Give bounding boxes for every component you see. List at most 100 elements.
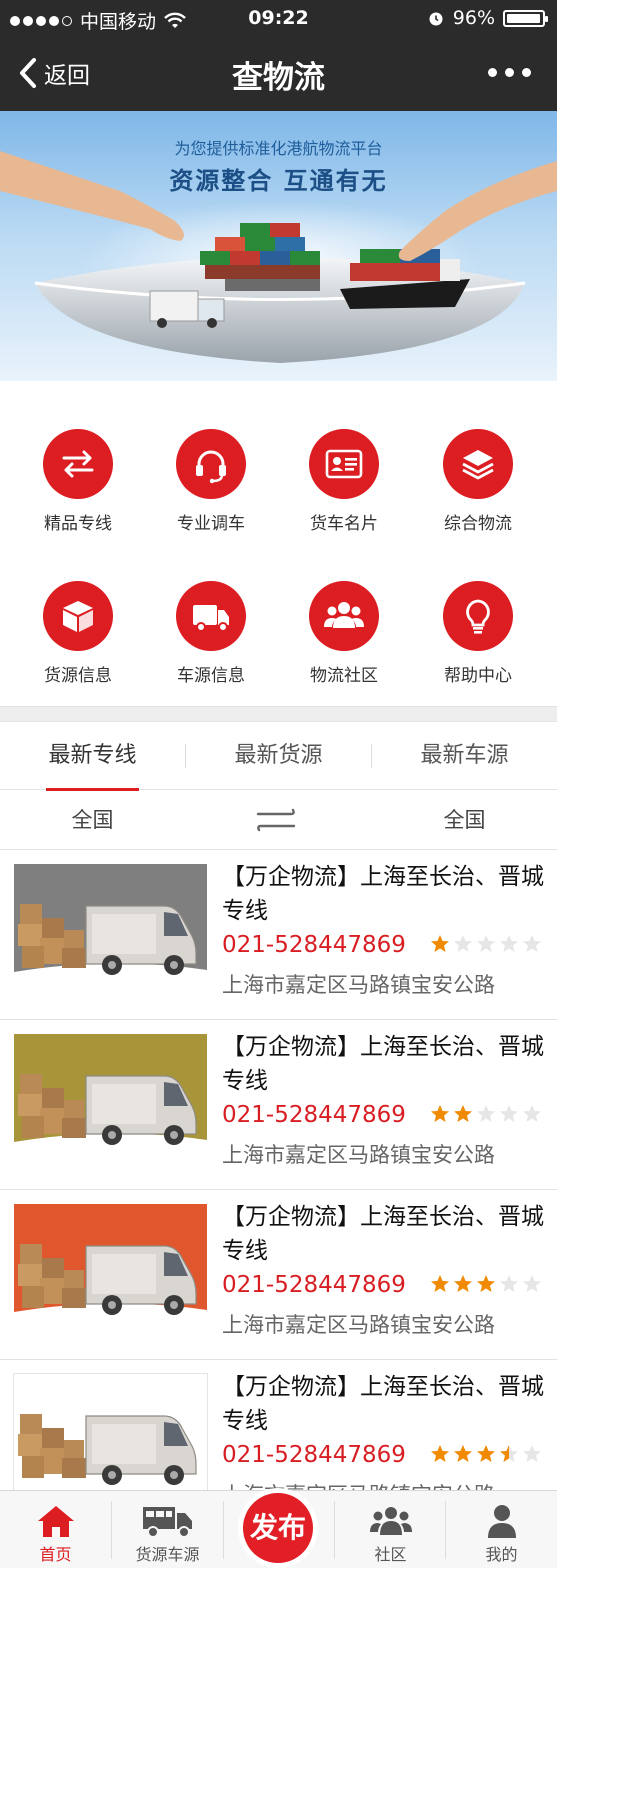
rating-star-icon	[431, 1445, 449, 1462]
rating-star-icon	[500, 1105, 518, 1122]
banner[interactable]: 为您提供标准化港航物流平台 资源整合 互通有无	[0, 111, 557, 381]
item-title[interactable]: 【万企物流】上海至长治、晋城专线	[222, 860, 557, 928]
section-divider	[0, 706, 557, 722]
swap-arrows-icon	[62, 450, 94, 478]
list-item[interactable]: 【万企物流】上海至长治、晋城专线021-528447869 上海市嘉定区马路镇宝安…	[0, 850, 557, 1020]
rating-stars	[430, 934, 542, 954]
delivery-van-image	[14, 1074, 207, 1164]
rating-star-icon	[500, 935, 518, 952]
grid-item-label: 物流社区	[310, 666, 378, 686]
wifi-icon	[164, 12, 186, 28]
grid-item-truck-card[interactable]: 货车名片	[284, 429, 404, 534]
tabbar-mine[interactable]: 我的	[446, 1491, 557, 1569]
banner-tagline: 为您提供标准化港航物流平台	[174, 139, 383, 158]
rating-star-icon	[431, 935, 449, 952]
battery-percent: 96%	[452, 7, 495, 29]
banner-slogan: 资源整合 互通有无	[169, 167, 388, 195]
more-dots-icon	[488, 68, 497, 77]
tabbar-label: 我的	[485, 1545, 518, 1564]
people-icon	[324, 602, 364, 628]
item-thumbnail	[14, 1034, 207, 1164]
grid-item-label: 货车名片	[310, 514, 378, 534]
id-card-icon	[325, 449, 363, 479]
rating-star-icon	[454, 1275, 472, 1292]
package-icon	[63, 601, 93, 632]
delivery-van-image	[14, 1414, 207, 1504]
grid-item-premium-lines[interactable]: 精品专线	[18, 429, 138, 534]
rating-star-icon	[477, 935, 495, 952]
tab-latest-trucks[interactable]: 最新车源	[372, 722, 557, 790]
more-button[interactable]	[488, 68, 531, 77]
headset-icon	[196, 450, 226, 484]
list-item[interactable]: 【万企物流】上海至长治、晋城专线021-528447869 上海市嘉定区马路镇宝安…	[0, 1020, 557, 1190]
signal-strength-icon	[10, 15, 72, 26]
item-phone[interactable]: 021-528447869	[222, 1438, 406, 1472]
tab-latest-cargo[interactable]: 最新货源	[186, 722, 371, 790]
user-icon	[487, 1505, 516, 1538]
tabbar-home[interactable]: 首页	[0, 1491, 111, 1569]
feature-grid: 精品专线 专业调车 货车名片 综合物流 货源信息 车源信息 物流社区 帮助中心	[0, 381, 557, 706]
nav-bar: 返回 查物流	[0, 38, 557, 111]
destination-selector[interactable]: 全国	[372, 790, 557, 850]
battery-icon	[503, 9, 548, 27]
grid-item-cargo-info[interactable]: 货源信息	[18, 581, 138, 686]
item-address: 上海市嘉定区马路镇宝安公路	[222, 973, 495, 997]
item-phone[interactable]: 021-528447869	[222, 928, 406, 962]
item-thumbnail	[13, 1373, 208, 1505]
tabbar-label: 社区	[374, 1545, 407, 1564]
grid-item-label: 精品专线	[44, 514, 112, 534]
grid-item-truck-info[interactable]: 车源信息	[151, 581, 271, 686]
origin-selector[interactable]: 全国	[0, 790, 185, 850]
tabbar-community[interactable]: 社区	[335, 1491, 446, 1569]
item-title[interactable]: 【万企物流】上海至长治、晋城专线	[222, 1370, 557, 1438]
grid-item-community[interactable]: 物流社区	[284, 581, 404, 686]
carrier-name: 中国移动	[80, 11, 157, 33]
tabbar-divider	[223, 1501, 224, 1559]
item-phone[interactable]: 021-528447869	[222, 1268, 406, 1302]
lightbulb-icon	[466, 599, 490, 634]
tab-latest-lines[interactable]: 最新专线	[0, 722, 185, 791]
rating-star-icon	[477, 1445, 495, 1462]
list-tabs: 最新专线 最新货源 最新车源	[0, 722, 557, 791]
publish-button[interactable]: 发布	[243, 1493, 313, 1563]
grid-item-label: 货源信息	[44, 666, 112, 686]
rating-star-icon	[477, 1275, 495, 1292]
route-filter: 全国 全国	[0, 790, 557, 850]
alarm-icon	[429, 12, 443, 26]
delivery-van-image	[14, 904, 207, 994]
rating-star-icon	[454, 1445, 472, 1462]
item-address: 上海市嘉定区马路镇宝安公路	[222, 1143, 495, 1167]
item-phone[interactable]: 021-528447869	[222, 1098, 406, 1132]
grid-item-help-center[interactable]: 帮助中心	[418, 581, 538, 686]
back-label: 返回	[44, 63, 90, 89]
layers-icon	[462, 450, 494, 480]
back-button[interactable]: 返回	[18, 56, 90, 90]
delivery-van-image	[14, 1244, 207, 1334]
grid-item-label: 车源信息	[177, 666, 245, 686]
rating-star-icon	[523, 1275, 541, 1292]
rating-star-icon	[454, 935, 472, 952]
list-item[interactable]: 【万企物流】上海至长治、晋城专线021-528447869 上海市嘉定区马路镇宝安…	[0, 1190, 557, 1360]
tabbar-label: 首页	[39, 1545, 72, 1564]
chevron-left-icon	[20, 58, 36, 88]
rating-star-icon	[477, 1105, 495, 1122]
rating-star-icon	[500, 1275, 518, 1292]
grid-item-label: 综合物流	[444, 514, 512, 534]
item-address: 上海市嘉定区马路镇宝安公路	[222, 1313, 495, 1337]
grid-item-label: 帮助中心	[444, 666, 512, 686]
truck-icon	[193, 605, 229, 632]
rating-star-icon	[523, 1445, 541, 1462]
rating-star-icon	[454, 1105, 472, 1122]
tabbar-cargo-trucks[interactable]: 货源车源	[112, 1491, 223, 1569]
grid-item-label: 专业调车	[177, 514, 245, 534]
rating-star-icon	[523, 935, 541, 952]
rating-star-icon	[500, 1445, 518, 1462]
item-title[interactable]: 【万企物流】上海至长治、晋城专线	[222, 1200, 557, 1268]
grid-item-dispatch[interactable]: 专业调车	[151, 429, 271, 534]
rating-stars	[430, 1104, 542, 1124]
swap-route-icon[interactable]	[253, 804, 299, 836]
home-icon	[37, 1506, 74, 1537]
item-title[interactable]: 【万企物流】上海至长治、晋城专线	[222, 1030, 557, 1098]
grid-item-integrated-logistics[interactable]: 综合物流	[418, 429, 538, 534]
rating-star-icon	[523, 1105, 541, 1122]
